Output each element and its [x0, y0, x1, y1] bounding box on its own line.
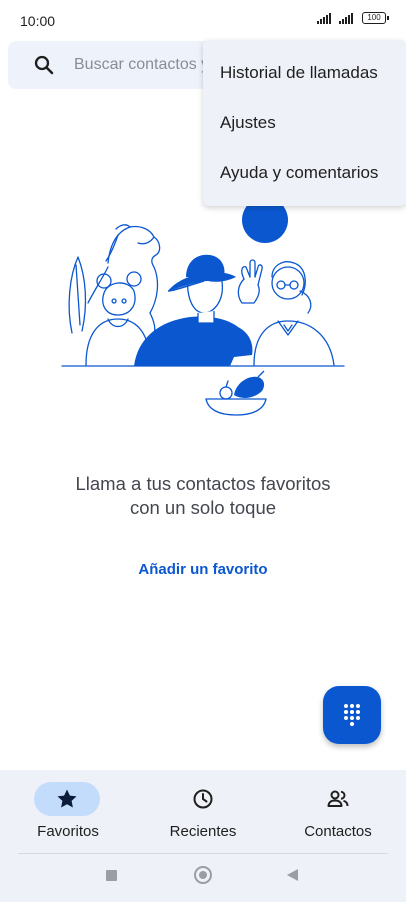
overflow-menu: Historial de llamadas Ajustes Ayuda y co… — [203, 40, 406, 206]
menu-item-settings[interactable]: Ajustes — [203, 98, 406, 148]
nav-label-contacts: Contactos — [304, 823, 372, 840]
recents-square-icon[interactable] — [106, 870, 117, 881]
empty-state-title: Llama a tus contactos favoritos con un s… — [75, 473, 331, 518]
menu-item-help-feedback[interactable]: Ayuda y comentarios — [203, 148, 406, 198]
clock-icon — [193, 789, 213, 809]
menu-item-call-history[interactable]: Historial de llamadas — [203, 48, 406, 98]
back-triangle-icon[interactable] — [287, 869, 298, 881]
add-favorite-link[interactable]: Añadir un favorito — [0, 561, 406, 578]
signal-icon — [317, 12, 331, 24]
nav-item-favorites[interactable]: Favoritos — [0, 770, 136, 850]
nav-item-contacts[interactable]: Contactos — [270, 770, 406, 850]
battery-icon: 100 — [362, 12, 389, 24]
nav-label-recents: Recientes — [169, 823, 237, 840]
status-time: 10:00 — [20, 13, 56, 29]
nav-item-recents[interactable]: Recientes — [135, 770, 271, 850]
system-navigation — [0, 866, 406, 886]
nav-label-favorites: Favoritos — [37, 823, 99, 840]
status-bar: 10:00 100 — [0, 0, 406, 40]
dialpad-icon — [344, 704, 360, 726]
home-circle-icon[interactable] — [194, 866, 212, 884]
search-input[interactable]: Buscar contactos y — [74, 56, 214, 74]
star-icon — [57, 789, 77, 808]
divider — [18, 853, 388, 854]
status-icons: 100 — [317, 12, 389, 24]
signal-icon — [339, 12, 353, 24]
dialpad-button[interactable] — [323, 686, 381, 744]
search-icon[interactable] — [32, 53, 56, 77]
favorites-illustration — [61, 197, 345, 416]
people-icon — [327, 790, 349, 807]
bottom-navigation: Favoritos Recientes Contactos — [0, 770, 406, 902]
